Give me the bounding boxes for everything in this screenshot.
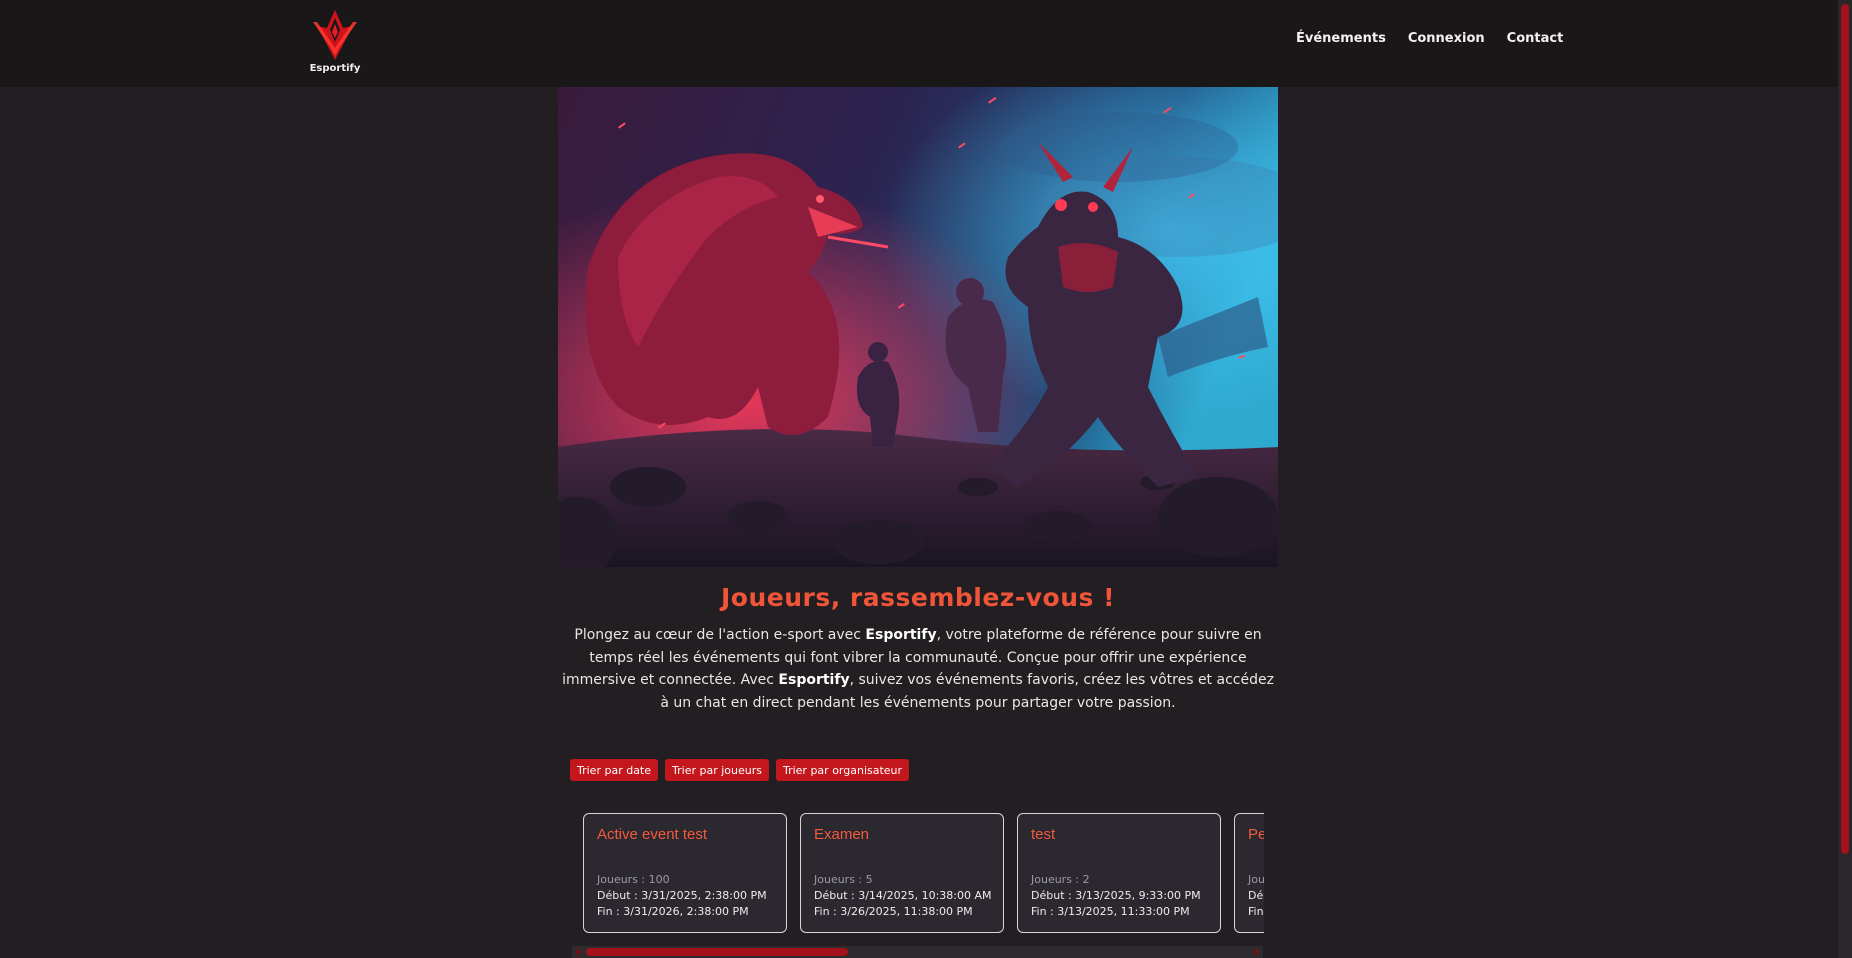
event-card[interactable]: Pe Jou Dé Fin <box>1234 813 1264 933</box>
event-players: Joueurs : 100 <box>597 873 670 886</box>
event-start: Début : 3/13/2025, 9:33:00 PM <box>1031 889 1201 902</box>
intro-text-1: Plongez au cœur de l'action e-sport avec <box>574 627 866 643</box>
intro-brand-1: Esportify <box>865 627 937 643</box>
event-end: Fin : 3/13/2025, 11:33:00 PM <box>1031 905 1190 918</box>
event-title: Pe <box>1248 826 1264 843</box>
hero-title: Joueurs, rassemblez-vous ! <box>720 583 1115 612</box>
event-list: Active event test Joueurs : 100 Début : … <box>583 813 1264 933</box>
sort-by-players-button[interactable]: Trier par joueurs <box>665 759 769 781</box>
hero-image <box>558 87 1278 567</box>
esportify-logo-icon <box>313 10 357 60</box>
nav-events-link[interactable]: Événements <box>1296 31 1386 46</box>
brand-name: Esportify <box>309 63 361 74</box>
event-title: Examen <box>814 826 870 843</box>
event-end: Fin : 3/31/2026, 2:38:00 PM <box>597 905 749 918</box>
sort-controls: Trier par date Trier par joueurs Trier p… <box>570 759 910 781</box>
events-carousel[interactable]: Active event test Joueurs : 100 Début : … <box>583 813 1264 933</box>
nav-contact-link[interactable]: Contact <box>1507 31 1564 46</box>
hero-artwork <box>558 87 1278 567</box>
events-scrollbar[interactable] <box>572 946 1263 958</box>
page-scrollbar-thumb[interactable] <box>1841 4 1849 854</box>
event-start: Début : 3/14/2025, 10:38:00 AM <box>814 889 992 902</box>
event-players: Joueurs : 2 <box>1031 873 1090 886</box>
scroll-right-arrow-icon[interactable] <box>1255 948 1260 956</box>
intro-paragraph: Plongez au cœur de l'action e-sport avec… <box>560 624 1276 714</box>
event-card[interactable]: Active event test Joueurs : 100 Début : … <box>583 813 787 933</box>
intro-brand-2: Esportify <box>778 672 850 688</box>
event-title: test <box>1031 826 1056 843</box>
event-title: Active event test <box>597 826 708 843</box>
event-start: Dé <box>1248 889 1264 902</box>
sort-by-date-button[interactable]: Trier par date <box>570 759 659 781</box>
site-header: Esportify Événements Connexion Contact <box>0 0 1838 87</box>
main-nav: Événements Connexion Contact <box>1296 31 1563 46</box>
nav-login-link[interactable]: Connexion <box>1408 31 1485 46</box>
sort-by-organizer-button[interactable]: Trier par organisateur <box>775 759 910 781</box>
event-end: Fin : 3/26/2025, 11:38:00 PM <box>814 905 973 918</box>
brand-logo[interactable]: Esportify <box>308 8 362 78</box>
event-card[interactable]: Examen Joueurs : 5 Début : 3/14/2025, 10… <box>800 813 1004 933</box>
page-scrollbar[interactable] <box>1838 0 1852 958</box>
event-card[interactable]: test Joueurs : 2 Début : 3/13/2025, 9:33… <box>1017 813 1221 933</box>
events-scrollbar-thumb[interactable] <box>586 948 848 956</box>
scroll-left-arrow-icon[interactable] <box>575 948 580 956</box>
event-players: Jou <box>1248 873 1264 886</box>
event-end: Fin <box>1248 905 1264 918</box>
event-start: Début : 3/31/2025, 2:38:00 PM <box>597 889 767 902</box>
event-players: Joueurs : 5 <box>814 873 873 886</box>
